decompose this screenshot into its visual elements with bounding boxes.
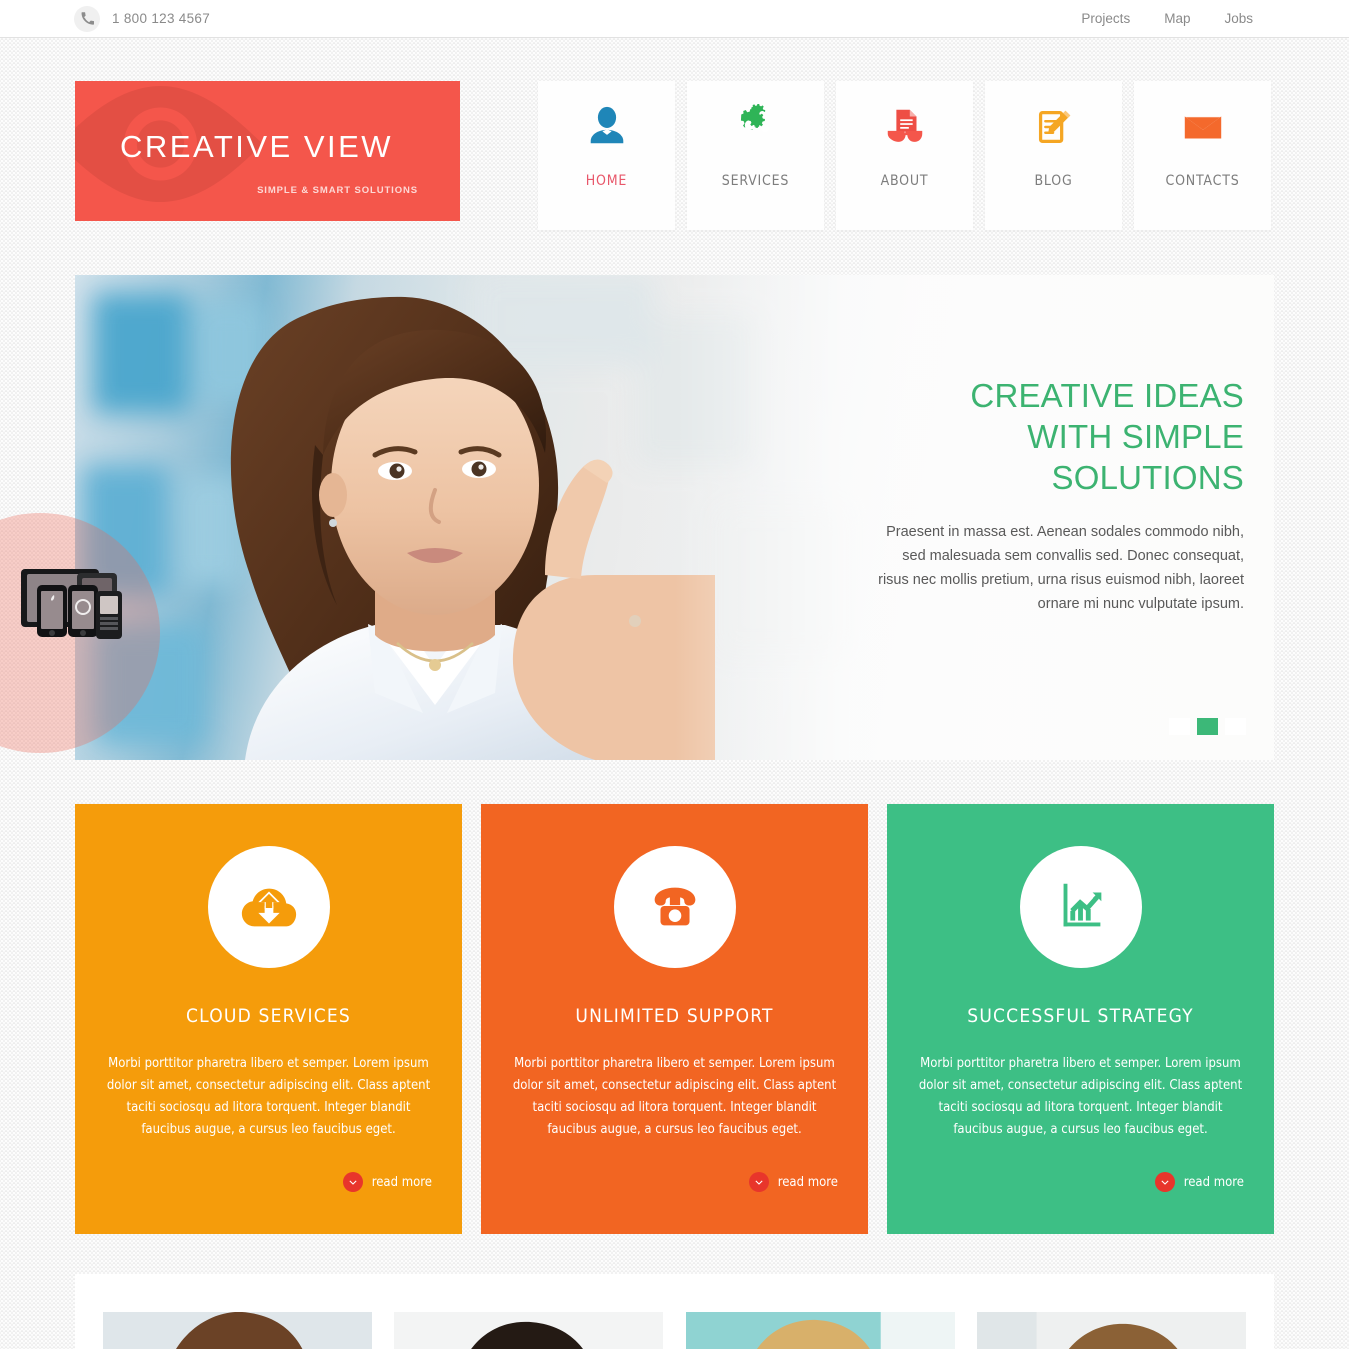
gears-icon <box>733 81 779 173</box>
phone-number: 1 800 123 4567 <box>112 11 211 26</box>
notepad-pencil-icon <box>1031 81 1077 173</box>
service-boxes: CLOUD SERVICES Morbi porttitor pharetra … <box>75 804 1274 1234</box>
read-more-link[interactable]: read more <box>342 1172 432 1192</box>
chevron-down-circle-icon <box>1154 1172 1175 1192</box>
nav-item-services[interactable]: SERVICES <box>687 81 824 230</box>
nav-item-about-label: ABOUT <box>880 173 929 189</box>
hero-content: CREATIVE IDEAS WITH SIMPLE SOLUTIONS Pra… <box>869 375 1244 616</box>
service-box-cloud-services[interactable]: CLOUD SERVICES Morbi porttitor pharetra … <box>75 804 462 1234</box>
chevron-down-circle-icon <box>342 1172 363 1192</box>
phone-icon <box>74 5 100 32</box>
service-title: CLOUD SERVICES <box>186 1005 351 1027</box>
team-member-3[interactable] <box>685 1312 955 1349</box>
growth-chart-icon <box>1019 846 1142 968</box>
top-link-jobs[interactable]: Jobs <box>1224 11 1253 26</box>
read-more-link[interactable]: read more <box>748 1172 838 1192</box>
team-member-photo <box>976 1312 1246 1349</box>
chevron-down-circle-icon <box>748 1172 769 1192</box>
top-bar: 1 800 123 4567 Projects Map Jobs <box>0 0 1349 38</box>
nav-item-blog[interactable]: BLOG <box>985 81 1122 230</box>
service-title: SUCCESSFUL STRATEGY <box>967 1005 1194 1027</box>
nav-item-blog-label: BLOG <box>1034 173 1073 189</box>
nav-item-services-label: SERVICES <box>721 173 790 189</box>
top-link-projects[interactable]: Projects <box>1081 11 1130 26</box>
telephone-icon <box>613 846 736 968</box>
read-more-link[interactable]: read more <box>1154 1172 1244 1192</box>
team-member-2[interactable] <box>394 1312 664 1349</box>
user-icon <box>584 81 630 173</box>
hero-paragraph: Praesent in massa est. Aenean sodales co… <box>878 524 1244 612</box>
top-link-map[interactable]: Map <box>1164 11 1190 26</box>
read-more-label: read more <box>1183 1174 1244 1190</box>
nav-item-home-label: HOME <box>585 173 628 189</box>
team-member-4[interactable] <box>976 1312 1246 1349</box>
service-title: UNLIMITED SUPPORT <box>575 1005 774 1027</box>
team-member-photo <box>103 1312 373 1349</box>
envelope-icon <box>1180 81 1226 173</box>
logo[interactable]: CREATIVE VIEW SIMPLE & SMART SOLUTIONS <box>75 81 460 221</box>
read-more-label: read more <box>777 1174 838 1190</box>
service-box-successful-strategy[interactable]: SUCCESSFUL STRATEGY Morbi porttitor phar… <box>887 804 1274 1234</box>
hero-pagination <box>1169 718 1246 735</box>
service-text: Morbi porttitor pharetra libero et sempe… <box>512 1056 837 1137</box>
logo-tagline: SIMPLE & SMART SOLUTIONS <box>257 185 418 196</box>
cloud-sync-icon <box>207 846 330 968</box>
read-more-label: read more <box>371 1174 432 1190</box>
service-text: Morbi porttitor pharetra libero et sempe… <box>918 1056 1243 1137</box>
glasses-document-icon <box>882 81 928 173</box>
nav-item-about[interactable]: ABOUT <box>836 81 973 230</box>
top-bar-links: Projects Map Jobs <box>1081 11 1253 26</box>
team-section <box>75 1274 1274 1349</box>
service-text: Morbi porttitor pharetra libero et sempe… <box>106 1056 431 1137</box>
site-header: CREATIVE VIEW SIMPLE & SMART SOLUTIONS H… <box>0 38 1349 230</box>
team-member-1[interactable] <box>103 1312 373 1349</box>
team-member-photo <box>685 1312 955 1349</box>
hero-slider: CREATIVE IDEAS WITH SIMPLE SOLUTIONS Pra… <box>75 275 1274 760</box>
team-member-photo <box>394 1312 664 1349</box>
logo-title: CREATIVE VIEW <box>120 129 394 164</box>
hero-person-photo <box>230 296 715 760</box>
top-bar-contact: 1 800 123 4567 <box>74 5 211 32</box>
hero-pagination-dot-3[interactable] <box>1225 718 1246 735</box>
hero-pagination-dot-1[interactable] <box>1169 718 1190 735</box>
service-box-unlimited-support[interactable]: UNLIMITED SUPPORT Morbi porttitor pharet… <box>481 804 868 1234</box>
nav-item-home[interactable]: HOME <box>538 81 675 230</box>
main-navigation: HOME SERVICES ABOUT BLOG CONTACTS <box>538 81 1271 230</box>
nav-item-contacts-label: CONTACTS <box>1165 173 1240 189</box>
nav-item-contacts[interactable]: CONTACTS <box>1134 81 1271 230</box>
hero-pagination-dot-2[interactable] <box>1197 718 1218 735</box>
hero-title: CREATIVE IDEAS WITH SIMPLE SOLUTIONS <box>970 377 1244 496</box>
